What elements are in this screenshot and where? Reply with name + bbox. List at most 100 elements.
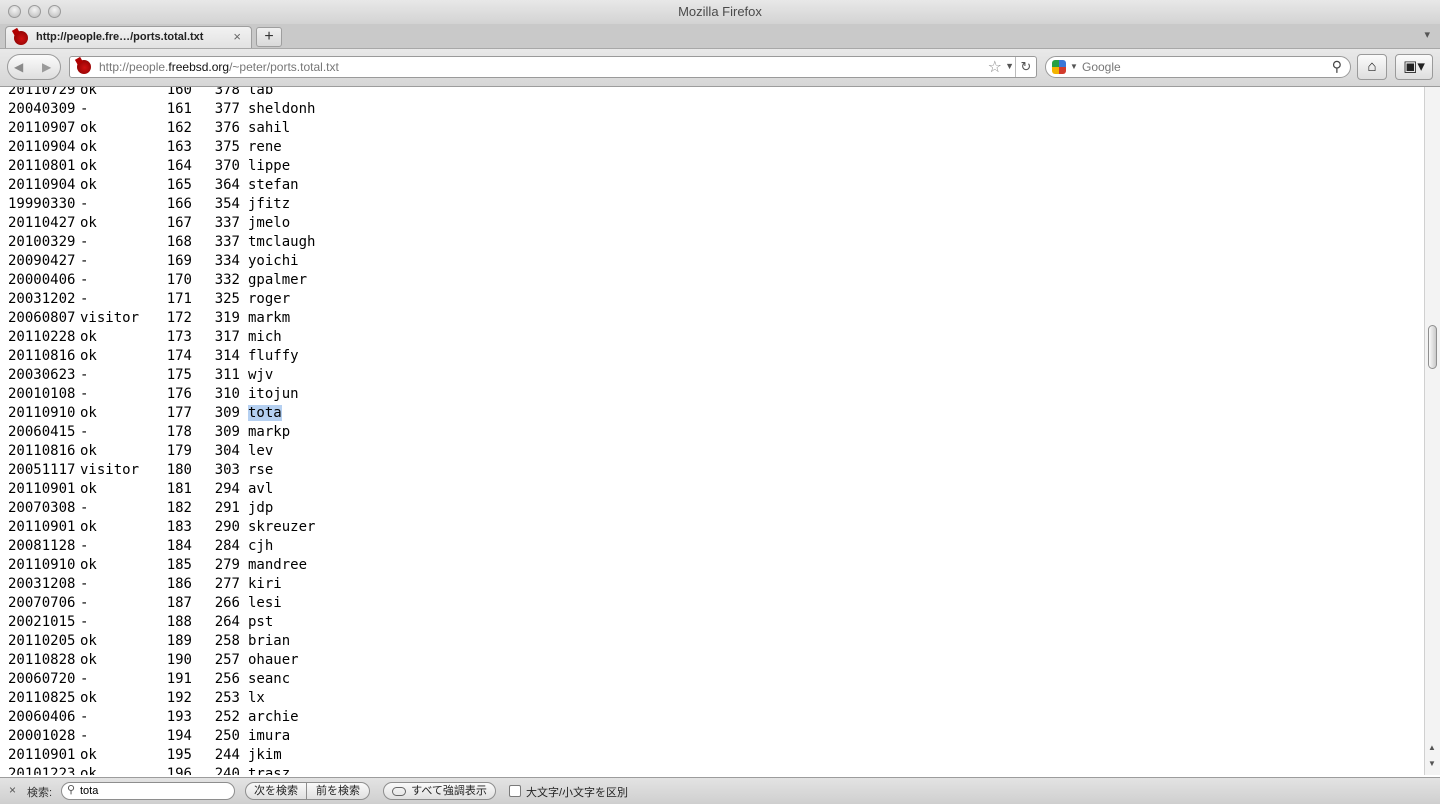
- url-history-dropdown-icon[interactable]: ▼: [1005, 61, 1014, 71]
- home-button[interactable]: ⌂: [1357, 54, 1387, 80]
- vertical-scrollbar[interactable]: ▲ ▼: [1424, 87, 1440, 775]
- listing-row: 20040309- 161 377 sheldonh: [8, 100, 315, 119]
- forward-arrow-icon[interactable]: ▶: [42, 60, 51, 74]
- addons-button[interactable]: ▣▾: [1395, 54, 1433, 80]
- row-status: ok: [80, 329, 97, 345]
- list-all-tabs-icon[interactable]: ▾: [1424, 28, 1430, 41]
- row-name: jmelo: [248, 215, 291, 231]
- row-count: 240: [214, 766, 240, 775]
- listing-row: 20021015- 188 264 pst: [8, 613, 315, 632]
- row-rank: 174: [166, 348, 192, 364]
- row-status: -: [80, 424, 89, 440]
- new-tab-button[interactable]: +: [256, 27, 282, 47]
- row-name: wjv: [248, 367, 274, 383]
- match-case-checkbox[interactable]: [509, 785, 521, 797]
- row-rank: 185: [166, 557, 192, 573]
- find-previous-button[interactable]: 前を検索: [307, 782, 370, 800]
- engine-dropdown-icon[interactable]: ▼: [1070, 62, 1078, 71]
- find-match-highlight: tota: [248, 405, 282, 421]
- listing-row: 20110907 ok 162 376 sahil: [8, 119, 315, 138]
- find-input[interactable]: ⚲ tota: [61, 782, 235, 800]
- row-status: -: [80, 367, 89, 383]
- row-date: 20010108: [8, 386, 76, 402]
- row-count: 309: [214, 424, 240, 440]
- row-rank: 184: [166, 538, 192, 554]
- row-status: visitor: [80, 310, 140, 326]
- row-date: 20000406: [8, 272, 76, 288]
- highlight-pill-icon: [392, 786, 407, 796]
- bookmark-star-icon[interactable]: ☆: [988, 57, 1002, 77]
- title-bar: Mozilla Firefox: [0, 0, 1440, 25]
- row-count: 354: [214, 196, 240, 212]
- url-bar[interactable]: http://people.freebsd.org/~peter/ports.t…: [69, 56, 1037, 78]
- row-rank: 181: [166, 481, 192, 497]
- url-text[interactable]: http://people.freebsd.org/~peter/ports.t…: [99, 60, 339, 74]
- row-count: 378: [214, 87, 240, 98]
- row-date: 20110904: [8, 177, 76, 193]
- find-label: 検索:: [27, 787, 53, 799]
- search-input[interactable]: Google: [1082, 60, 1121, 74]
- tab-ports-total[interactable]: http://people.fre…/ports.total.txt ×: [5, 26, 252, 48]
- scrollbar-thumb[interactable]: [1428, 325, 1437, 369]
- row-rank: 173: [166, 329, 192, 345]
- row-date: 20030623: [8, 367, 76, 383]
- row-rank: 192: [166, 690, 192, 706]
- row-status: -: [80, 576, 89, 592]
- row-rank: 195: [166, 747, 192, 763]
- back-arrow-icon[interactable]: ◀: [14, 60, 23, 74]
- row-name: markm: [248, 310, 291, 326]
- listing-row: 20070308- 182 291 jdp: [8, 499, 315, 518]
- row-name: avl: [248, 481, 274, 497]
- row-date: 20110825: [8, 690, 76, 706]
- tab-close-icon[interactable]: ×: [233, 29, 241, 44]
- site-identity-icon[interactable]: [77, 60, 91, 74]
- row-date: 20110907: [8, 120, 76, 136]
- listing-row: 20110825 ok 192 253 lx: [8, 689, 315, 708]
- home-icon: ⌂: [1367, 58, 1377, 75]
- find-next-button[interactable]: 次を検索: [245, 782, 307, 800]
- row-date: 20110427: [8, 215, 76, 231]
- row-name: jdp: [248, 500, 274, 516]
- row-name: lev: [248, 443, 274, 459]
- row-date: 20110816: [8, 348, 76, 364]
- row-rank: 190: [166, 652, 192, 668]
- find-close-icon[interactable]: ×: [9, 783, 16, 797]
- row-count: 256: [214, 671, 240, 687]
- row-date: 20060720: [8, 671, 76, 687]
- search-icon[interactable]: ⚲: [1332, 58, 1342, 75]
- listing-row: 20000406- 170 332 gpalmer: [8, 271, 315, 290]
- listing-row: 20110828 ok 190 257 ohauer: [8, 651, 315, 670]
- row-name: sheldonh: [248, 101, 316, 117]
- row-count: 291: [214, 500, 240, 516]
- row-name: rene: [248, 139, 282, 155]
- listing-row: 20081128- 184 284 cjh: [8, 537, 315, 556]
- row-status: -: [80, 709, 89, 725]
- listing-row: 19990330- 166 354 jfitz: [8, 195, 315, 214]
- scroll-down-arrow-icon[interactable]: ▼: [1428, 759, 1436, 768]
- row-status: ok: [80, 443, 97, 459]
- find-query[interactable]: tota: [80, 785, 98, 797]
- reload-icon[interactable]: ↻: [1015, 57, 1036, 77]
- row-status: -: [80, 101, 89, 117]
- row-status: ok: [80, 215, 97, 231]
- row-rank: 178: [166, 424, 192, 440]
- row-count: 337: [214, 215, 240, 231]
- row-date: 20060406: [8, 709, 76, 725]
- row-count: 258: [214, 633, 240, 649]
- search-bar[interactable]: ▼ Google ⚲: [1045, 56, 1351, 78]
- scroll-up-arrow-icon[interactable]: ▲: [1428, 743, 1436, 752]
- listing-row: 20010108- 176 310 itojun: [8, 385, 315, 404]
- row-count: 253: [214, 690, 240, 706]
- row-rank: 179: [166, 443, 192, 459]
- highlight-all-button[interactable]: すべて強調表示: [383, 782, 496, 800]
- row-count: 252: [214, 709, 240, 725]
- row-count: 314: [214, 348, 240, 364]
- row-date: 20060807: [8, 310, 76, 326]
- listing-row: 20060720- 191 256 seanc: [8, 670, 315, 689]
- row-rank: 166: [166, 196, 192, 212]
- match-case-label[interactable]: 大文字/小文字を区別: [526, 784, 628, 800]
- listing-row: 20110801 ok 164 370 lippe: [8, 157, 315, 176]
- row-date: 20110801: [8, 158, 76, 174]
- row-name: seanc: [248, 671, 291, 687]
- google-engine-icon[interactable]: [1052, 60, 1066, 74]
